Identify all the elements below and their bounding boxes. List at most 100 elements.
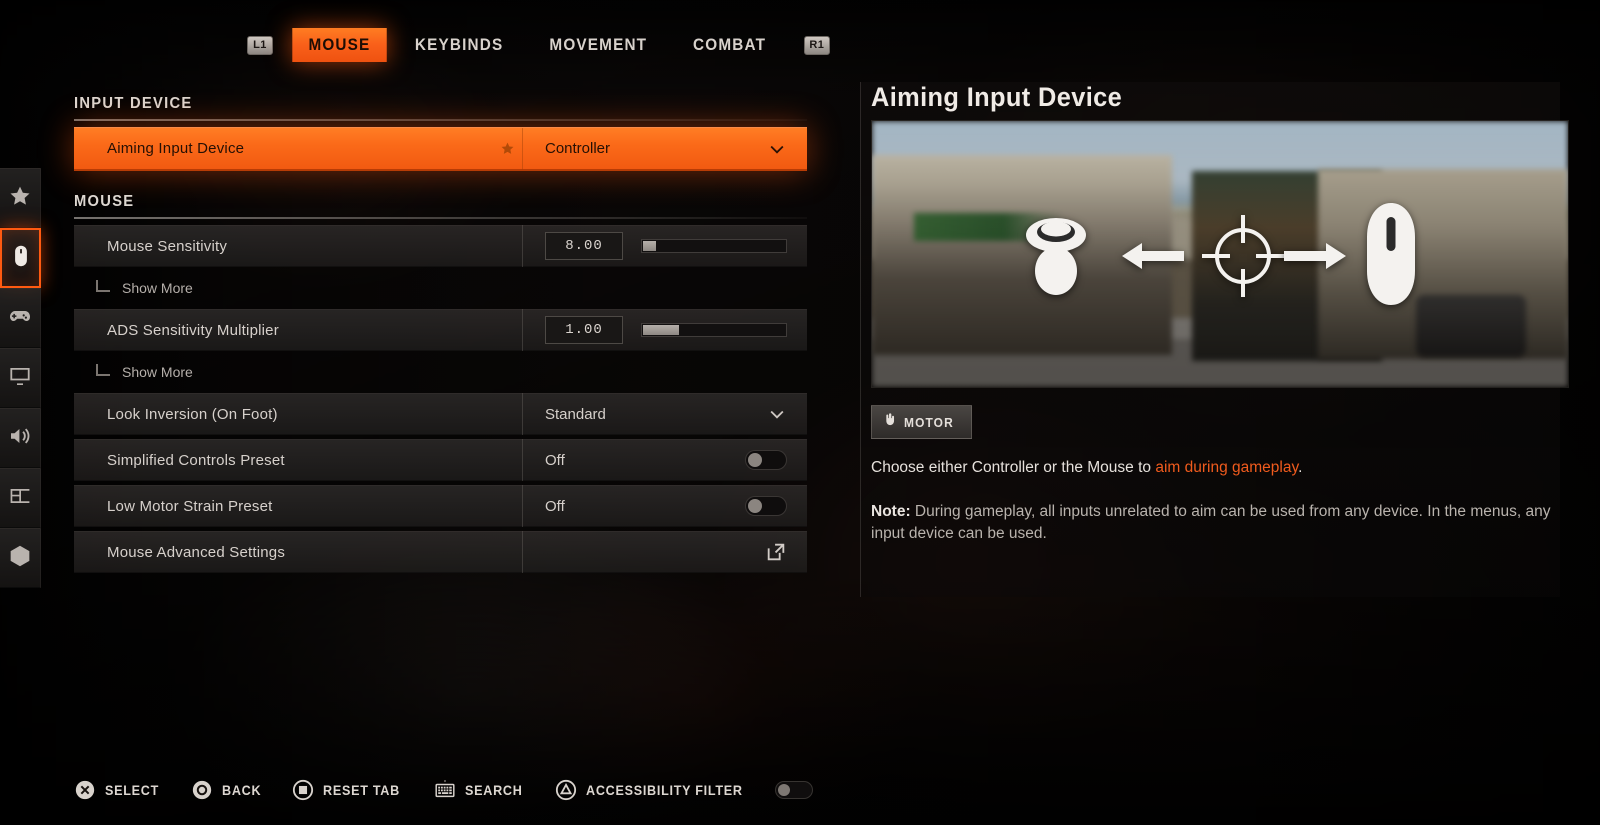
sidebar-item-interface[interactable]	[0, 468, 41, 528]
preview-image	[871, 120, 1569, 388]
favorite-star-icon[interactable]	[492, 141, 522, 156]
tree-elbow-icon	[96, 363, 110, 376]
playstation-square-icon	[292, 779, 314, 801]
setting-value: Off	[545, 497, 565, 515]
mouse-sensitivity-slider[interactable]	[641, 239, 787, 253]
layout-icon	[8, 484, 32, 513]
tab-movement[interactable]: MOVEMENT	[533, 28, 663, 62]
sidebar-item-controls[interactable]	[0, 228, 41, 288]
thumbstick-icon	[1010, 207, 1102, 303]
setting-label: Mouse Advanced Settings	[107, 543, 286, 561]
crosshair-icon	[1200, 213, 1286, 299]
section-rule	[74, 119, 807, 121]
accessibility-tag-motor: MOTOR	[871, 405, 973, 439]
setting-row-mouse-advanced-settings[interactable]: Mouse Advanced Settings	[74, 531, 807, 573]
action-label: SEARCH	[465, 782, 523, 798]
action-reset-tab[interactable]: RESET TAB	[292, 779, 409, 801]
note-label: Note:	[871, 503, 911, 520]
tab-mouse[interactable]: MOUSE	[292, 28, 387, 62]
accessibility-tag-label: MOTOR	[904, 414, 954, 430]
description-text-after: .	[1298, 459, 1303, 476]
sidebar-item-graphics[interactable]	[0, 348, 41, 408]
setting-row-low-motor-strain-preset[interactable]: Low Motor Strain Preset Off	[74, 485, 807, 527]
ads-sensitivity-slider[interactable]	[641, 323, 787, 337]
simplified-controls-toggle[interactable]	[745, 450, 787, 470]
chevron-down-icon[interactable]	[767, 404, 787, 424]
slider-fill	[643, 325, 679, 335]
tree-elbow-icon	[96, 279, 110, 292]
star-icon	[8, 184, 32, 213]
show-more-label: Show More	[122, 364, 193, 380]
setting-value: Off	[545, 451, 565, 469]
note-text: During gameplay, all inputs unrelated to…	[871, 503, 1551, 542]
open-in-new-icon[interactable]	[765, 541, 787, 563]
gamepad-icon	[8, 304, 32, 333]
arrow-right-icon	[1284, 239, 1346, 273]
section-header-mouse: MOUSE	[74, 193, 135, 210]
sidebar-item-audio[interactable]	[0, 408, 41, 468]
action-accessibility-filter[interactable]: ACCESSIBILITY FILTER	[555, 779, 814, 801]
setting-row-simplified-controls-preset[interactable]: Simplified Controls Preset Off	[74, 439, 807, 481]
section-rule	[74, 217, 807, 219]
low-motor-strain-toggle[interactable]	[745, 496, 787, 516]
info-panel: Aiming Input Device MOTOR Choose either …	[860, 82, 1569, 597]
action-select[interactable]: SELECT	[74, 779, 165, 801]
action-back[interactable]: BACK	[191, 779, 266, 801]
toggle-knob	[748, 453, 762, 467]
playstation-circle-icon	[191, 779, 213, 801]
sidebar-nav	[0, 168, 41, 588]
setting-label: Low Motor Strain Preset	[107, 497, 273, 515]
setting-label: ADS Sensitivity Multiplier	[107, 321, 279, 339]
setting-label: Aiming Input Device	[107, 140, 245, 157]
toggle-knob	[748, 499, 762, 513]
playstation-triangle-icon	[555, 779, 577, 801]
show-more-label: Show More	[122, 280, 193, 296]
accessibility-icon	[8, 544, 32, 573]
sidebar-item-favorites[interactable]	[0, 168, 41, 228]
accessibility-filter-toggle[interactable]	[775, 781, 814, 799]
playstation-cross-icon	[74, 779, 96, 801]
slider-fill	[643, 241, 656, 251]
mouse-icon	[1361, 201, 1421, 309]
setting-value-wrap	[523, 532, 807, 572]
speaker-icon	[8, 424, 32, 453]
setting-value: Controller	[545, 140, 611, 157]
setting-value-wrap: Off	[523, 440, 807, 480]
setting-value-wrap: Controller	[523, 128, 807, 169]
setting-label: Look Inversion (On Foot)	[107, 405, 278, 423]
show-more-mouse-sensitivity[interactable]: Show More	[74, 271, 807, 305]
action-label: BACK	[222, 782, 262, 798]
show-more-ads-sensitivity[interactable]: Show More	[74, 355, 807, 389]
info-description: Choose either Controller or the Mouse to…	[871, 457, 1551, 479]
setting-row-look-inversion[interactable]: Look Inversion (On Foot) Standard	[74, 393, 807, 435]
mouse-sensitivity-input[interactable]: 8.00	[545, 232, 623, 260]
tab-combat[interactable]: COMBAT	[677, 28, 782, 62]
description-link[interactable]: aim during gameplay	[1155, 459, 1298, 476]
keyboard-icon	[434, 779, 456, 801]
action-bar: SELECT BACK RESET TAB SEARCH ACCESSIBILI…	[74, 779, 814, 801]
ads-sensitivity-input[interactable]: 1.00	[545, 316, 623, 344]
chevron-down-icon[interactable]	[767, 139, 787, 159]
action-label: RESET TAB	[322, 782, 400, 798]
setting-row-aiming-input-device[interactable]: Aiming Input Device Controller	[74, 127, 807, 171]
sidebar-item-gameplay[interactable]	[0, 288, 41, 348]
setting-row-ads-sensitivity-multiplier[interactable]: ADS Sensitivity Multiplier 1.00	[74, 309, 807, 351]
action-label: ACCESSIBILITY FILTER	[586, 782, 743, 798]
monitor-icon	[8, 364, 32, 393]
hand-icon	[883, 412, 897, 432]
r1-bumper-badge: R1	[803, 35, 830, 55]
info-panel-title: Aiming Input Device	[871, 82, 1123, 112]
action-search[interactable]: SEARCH	[434, 779, 529, 801]
description-text-before: Choose either Controller or the Mouse to	[871, 459, 1156, 476]
info-note: Note: During gameplay, all inputs unrela…	[871, 501, 1551, 545]
setting-row-mouse-sensitivity[interactable]: Mouse Sensitivity 8.00	[74, 225, 807, 267]
setting-label: Simplified Controls Preset	[107, 451, 285, 469]
tab-bar: L1 MOUSE KEYBINDS MOVEMENT COMBAT R1	[247, 28, 830, 62]
action-label: SELECT	[105, 782, 160, 798]
setting-label: Mouse Sensitivity	[107, 237, 228, 255]
tab-keybinds[interactable]: KEYBINDS	[399, 28, 520, 62]
setting-value: Standard	[545, 405, 606, 423]
sidebar-item-accessibility[interactable]	[0, 528, 41, 588]
setting-value-wrap: Standard	[523, 394, 807, 434]
settings-list: INPUT DEVICE Aiming Input Device Control…	[74, 95, 807, 577]
